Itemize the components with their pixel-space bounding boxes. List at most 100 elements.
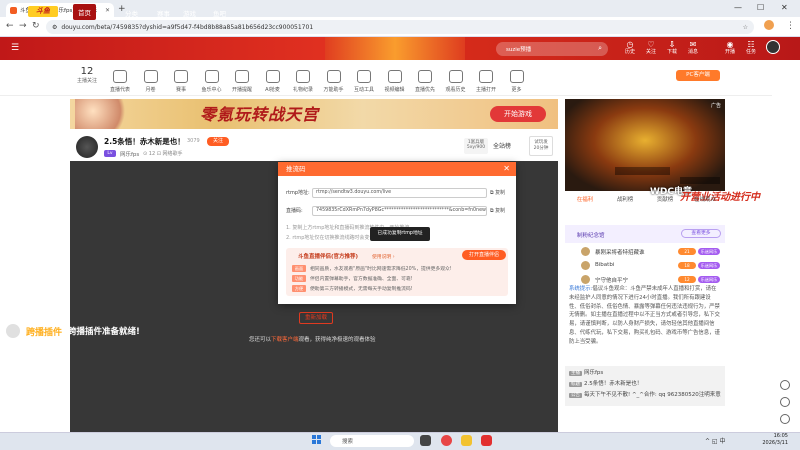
douyu-app-icon[interactable] <box>481 435 492 446</box>
category-item[interactable]: 观看历史 <box>442 70 470 93</box>
fans-hall[interactable]: 制粉纪念馆 查看更多 <box>565 225 725 243</box>
streamer-avatar[interactable] <box>76 136 98 158</box>
reload-button[interactable]: 重新加载 <box>299 312 333 324</box>
video-overlay <box>615 167 670 175</box>
nav-events[interactable]: 赛事 <box>157 8 170 18</box>
all-site-rank[interactable]: 全站榜 <box>493 141 511 150</box>
category-item[interactable]: 互动工具 <box>350 70 378 93</box>
header-message[interactable]: ✉ 消息 <box>683 40 703 56</box>
nav-fishbar[interactable]: 鱼吧 <box>213 8 226 18</box>
streamer-name[interactable]: 网乐fps <box>120 150 139 158</box>
tab-spoils[interactable]: 战利榜 <box>605 193 645 207</box>
tray-icons[interactable]: ^ ◱ 中 <box>705 436 726 445</box>
url-field[interactable]: ⚙ douyu.com/beta/7459835?dyshid=a9f5d47-… <box>46 20 754 34</box>
rank-box[interactable]: 1富兵版 5xy/900 <box>464 138 488 154</box>
add-icon[interactable] <box>780 414 790 424</box>
header-follow[interactable]: ♡ 关注 <box>641 40 661 56</box>
hamburger-menu-icon[interactable]: ☰ <box>11 43 19 53</box>
browser-profile-avatar[interactable] <box>764 20 774 30</box>
modal-header: 推流码 ✕ <box>278 162 516 176</box>
target-icon[interactable] <box>780 397 790 407</box>
nav-category[interactable]: 分类 <box>125 8 138 18</box>
download-client-link[interactable]: 下载客户端 <box>271 337 299 343</box>
nav-live[interactable]: 直播 <box>99 8 112 18</box>
heat-value: 3079 <box>187 138 200 144</box>
category-label: 视频编辑 <box>384 87 405 93</box>
category-item[interactable]: 视频编辑 <box>381 70 409 93</box>
trial-gift-box[interactable]: 试玩发 20分钟 <box>529 136 553 156</box>
category-label: 礼物纪录 <box>292 87 313 93</box>
category-item[interactable]: 直播代表 <box>106 70 134 93</box>
minimize-icon[interactable]: — <box>734 3 742 12</box>
room-info: 主播 网乐fps 标题 2.5条悟！赤木新是也！ 公告 每天下午不见不散! ^_^合作… <box>565 366 725 406</box>
browser-menu-icon[interactable]: ⋮ <box>786 21 795 31</box>
category-item[interactable]: 月卷 <box>137 70 165 93</box>
right-video-ad[interactable]: 广告 <box>565 99 725 191</box>
category-item[interactable]: 更多 <box>503 70 531 93</box>
game-ad-banner[interactable]: 零氪玩转战天宫 开始游戏 <box>70 99 558 129</box>
browser-tab[interactable]: 斗鱼fps直播_网乐fps直播_网乐 ✕ <box>6 3 114 17</box>
header-banner-ad[interactable] <box>325 37 465 60</box>
view-more-button[interactable]: 查看更多 <box>681 229 721 238</box>
category-label: 鱼乐中心 <box>201 87 222 93</box>
open-companion-button[interactable]: 打开直播伴侣 <box>462 250 506 260</box>
category-item[interactable]: 开播提醒 <box>228 70 256 93</box>
category-icon <box>265 70 280 83</box>
category-icon <box>357 70 371 83</box>
header-task[interactable]: ☷ 任务 <box>741 40 761 56</box>
copy-rtmp-button[interactable]: ⧉ 复制 <box>490 189 505 196</box>
settings-icon[interactable] <box>780 380 790 390</box>
header-go-live[interactable]: ◉ 开播 <box>720 40 740 56</box>
usage-link[interactable]: 使用说明 › <box>372 253 395 260</box>
category-item[interactable]: 主播打开 <box>472 70 500 93</box>
windows-start-icon[interactable] <box>312 435 322 445</box>
reload-icon[interactable]: ↻ <box>32 21 40 31</box>
tab-welfare[interactable]: 在福利 <box>565 193 605 207</box>
forward-icon[interactable]: → <box>19 21 27 31</box>
tab-contribution[interactable]: 贡献榜 <box>645 193 685 207</box>
category-icon <box>387 70 402 83</box>
category-item[interactable]: Al抢麦 <box>259 70 287 93</box>
start-game-button[interactable]: 开始游戏 <box>490 106 546 122</box>
tab-online[interactable]: 在线观众 <box>685 193 725 207</box>
clock[interactable]: 16:05 2026/3/11 <box>748 433 788 447</box>
nav-games[interactable]: 游戏 <box>183 8 196 18</box>
live-icon: ◉ <box>726 40 734 49</box>
category-item[interactable]: 鱼乐中心 <box>198 70 226 93</box>
header-download[interactable]: ⇩ 下载 <box>662 40 682 56</box>
stream-key-field[interactable]: 7459835rCdXRmPn7dyP8Gc******************… <box>312 206 487 216</box>
close-icon[interactable]: ✕ <box>503 162 510 176</box>
user-avatar[interactable] <box>766 40 780 54</box>
close-window-icon[interactable]: ✕ <box>781 3 788 12</box>
category-icon <box>418 70 432 83</box>
nav-home[interactable]: 首页 <box>73 4 96 20</box>
folder-icon[interactable] <box>461 435 472 446</box>
back-icon[interactable]: ← <box>6 21 14 31</box>
category-item[interactable]: 礼物纪录 <box>289 70 317 93</box>
follow-count[interactable]: 12 主播关注 <box>72 66 102 84</box>
task-view-icon[interactable] <box>420 435 431 446</box>
taskbar-search[interactable]: 搜索 <box>330 435 414 447</box>
maximize-icon[interactable]: ☐ <box>757 3 764 12</box>
pc-client-button[interactable]: PC客户端 <box>676 70 720 81</box>
history-icon: ◷ <box>626 40 634 49</box>
chat-area[interactable]: 系统提示:倡议斗鱼观众：斗鱼严禁未成年人直播和打赏，请在未经监护人同意的情况下进… <box>565 285 725 366</box>
category-item[interactable]: 赛事 <box>167 70 195 93</box>
chrome-icon[interactable] <box>441 435 452 446</box>
list-item[interactable]: Bibatbi 18 乐迷网乐 <box>565 259 725 273</box>
bookmark-star-icon[interactable]: ☆ <box>743 24 748 31</box>
category-item[interactable]: 万能助手 <box>320 70 348 93</box>
category-item[interactable]: 直播优先 <box>411 70 439 93</box>
site-search-input[interactable]: suzie预播 ⌕ <box>496 42 608 56</box>
douyu-logo[interactable]: 斗鱼 <box>28 6 58 17</box>
plugin-status: 跨播插件 跨播插件准备就绪! <box>6 324 140 338</box>
site-info-icon[interactable]: ⚙ <box>52 24 57 31</box>
follow-button[interactable]: 关注 <box>207 137 229 146</box>
header-history[interactable]: ◷ 历史 <box>620 40 640 56</box>
rtmp-field[interactable]: rtmp://sendtw3.douyu.com/live <box>312 188 487 198</box>
copy-key-button[interactable]: ⧉ 复制 <box>490 207 505 214</box>
search-icon[interactable]: ⌕ <box>598 44 602 53</box>
list-item[interactable]: 暴刚采将者特招藏谁 21 乐迷网乐 <box>565 245 725 259</box>
category-icon <box>479 70 493 83</box>
category-label: 直播代表 <box>109 87 130 93</box>
